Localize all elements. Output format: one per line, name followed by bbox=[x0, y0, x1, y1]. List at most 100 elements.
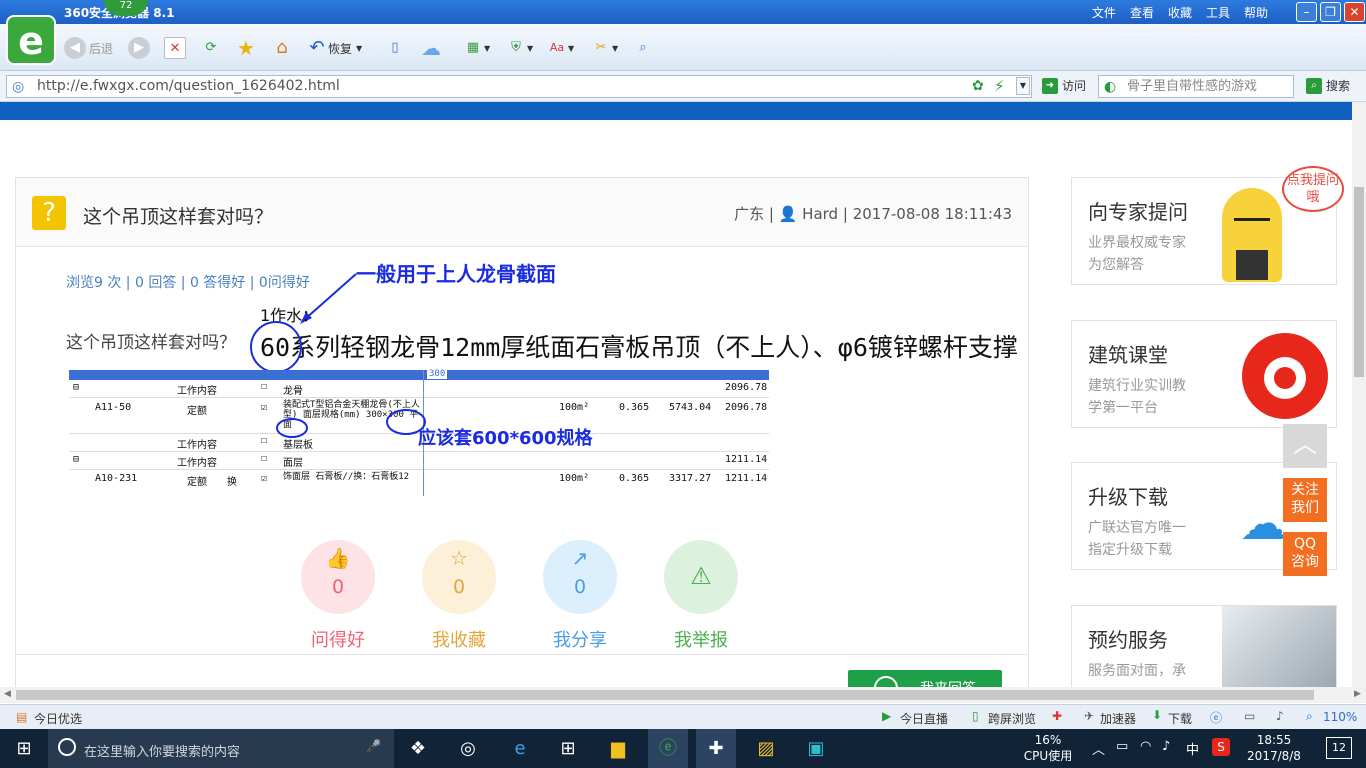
sidebar-ask-expert[interactable]: 向专家提问 业界最权威专家 为您解答 点我提问哦 bbox=[1071, 166, 1344, 285]
sidebar-appointment[interactable]: 预约服务 服务面对面，承 bbox=[1071, 605, 1337, 689]
download-link[interactable]: 下载 bbox=[1168, 710, 1192, 727]
volume-icon[interactable]: ♪ bbox=[1162, 739, 1170, 754]
forward-arrow-icon: ▶ bbox=[128, 37, 150, 59]
clock[interactable]: 18:55 2017/8/8 bbox=[1244, 732, 1304, 764]
mascot-icon bbox=[1222, 188, 1282, 282]
vertical-scrollbar[interactable] bbox=[1352, 102, 1366, 687]
menu-favorites[interactable]: 收藏 bbox=[1168, 4, 1192, 21]
stop-icon: ✕ bbox=[164, 37, 186, 59]
sogou-icon[interactable]: S bbox=[1212, 738, 1230, 756]
windows-start-icon[interactable]: ⊞ bbox=[4, 729, 44, 768]
table-row: ⊟ 工作内容 ☐ 龙骨 2096.78 bbox=[69, 380, 769, 398]
browser-logo-icon: e bbox=[6, 15, 56, 65]
shield-icon: ⛨ bbox=[511, 40, 521, 55]
file-explorer-icon[interactable]: ▆ bbox=[598, 729, 638, 768]
task-view-icon[interactable]: ❖ bbox=[398, 729, 438, 768]
follow-us-button[interactable]: 关注我们 bbox=[1283, 478, 1327, 522]
good-question-button[interactable]: 👍 0 问得好 bbox=[300, 540, 376, 652]
ime-indicator[interactable]: 中 bbox=[1186, 739, 1199, 758]
handshake-image bbox=[1222, 606, 1336, 688]
minimize-button[interactable]: – bbox=[1296, 2, 1317, 22]
site-header-bar bbox=[0, 102, 1352, 120]
stop-button[interactable]: ✕ bbox=[164, 36, 186, 60]
security-button[interactable]: ⛨ ▼ bbox=[505, 36, 533, 60]
microphone-icon[interactable]: 🎤 bbox=[366, 739, 381, 753]
edge-icon[interactable]: e bbox=[500, 729, 540, 768]
cross-screen-link[interactable]: 跨屏浏览 bbox=[988, 710, 1036, 727]
accelerator-link[interactable]: 加速器 bbox=[1100, 710, 1136, 727]
home-button[interactable]: ⌂ bbox=[271, 36, 293, 60]
cloud-upload-icon: ☁ bbox=[1240, 496, 1286, 550]
app-blue-icon[interactable]: ✚ bbox=[696, 729, 736, 768]
cloud-icon: ☁ bbox=[421, 36, 441, 60]
url-input[interactable]: http://e.fwxgx.com/question_1626402.html bbox=[6, 75, 1032, 98]
search-input[interactable]: 骨子里自带性感的游戏 bbox=[1098, 75, 1294, 98]
horizontal-scrollbar[interactable]: ◀ ▶ bbox=[0, 687, 1366, 703]
daily-picks[interactable]: 今日优选 bbox=[34, 710, 82, 727]
menu-file[interactable]: 文件 bbox=[1092, 4, 1116, 21]
url-dropdown-chevron-icon[interactable]: ▼ bbox=[1016, 77, 1030, 95]
expand-icon[interactable]: ⊟ bbox=[73, 382, 79, 393]
back-button[interactable]: ◀ 后退 bbox=[64, 36, 113, 60]
zoom-level[interactable]: 110% bbox=[1323, 710, 1357, 724]
maximize-button[interactable]: ❐ bbox=[1320, 2, 1341, 22]
wifi-icon[interactable]: ◠ bbox=[1140, 739, 1151, 754]
username[interactable]: Hard bbox=[802, 205, 838, 223]
report-question-button[interactable]: ⚠ 我举报 bbox=[663, 540, 739, 652]
search-button[interactable]: ⌕ 搜索 bbox=[1306, 77, 1350, 94]
qq-consult-button[interactable]: QQ咨询 bbox=[1283, 532, 1327, 576]
speaker-icon[interactable]: ♪ bbox=[1276, 709, 1284, 723]
cloud-button[interactable]: ☁ bbox=[416, 36, 446, 60]
ask-bubble[interactable]: 点我提问哦 bbox=[1282, 166, 1344, 212]
menu-view[interactable]: 查看 bbox=[1130, 4, 1154, 21]
plus-icon[interactable]: ✚ bbox=[1052, 709, 1062, 723]
notes-icon[interactable]: ▨ bbox=[746, 729, 786, 768]
favorite-question-button[interactable]: ☆ 0 我收藏 bbox=[421, 540, 497, 652]
taskbar-search[interactable]: 在这里输入你要搜索的内容 🎤 bbox=[48, 729, 394, 768]
question-title: 这个吊顶这样套对吗？ bbox=[83, 206, 274, 228]
star-icon: ★ bbox=[237, 36, 255, 60]
question-mark-icon: ? bbox=[32, 196, 66, 230]
sidebar-construction-class[interactable]: 建筑课堂 建筑行业实训教 学第一平台 bbox=[1071, 320, 1337, 428]
grid-icon: ▦ bbox=[466, 40, 480, 55]
phone-icon: ▯ bbox=[972, 709, 979, 723]
expand-icon[interactable]: ⊟ bbox=[73, 454, 79, 465]
restore-button[interactable]: ↶ 恢复 ▼ bbox=[306, 36, 362, 60]
annotation-circle bbox=[250, 321, 302, 373]
app-swirl-icon[interactable]: ◎ bbox=[448, 729, 488, 768]
browser-360-icon[interactable]: ⓔ bbox=[648, 729, 688, 768]
home-icon: ⌂ bbox=[276, 37, 288, 58]
back-to-top-button[interactable]: ︿ bbox=[1283, 424, 1327, 468]
close-button[interactable]: ✕ bbox=[1344, 2, 1365, 22]
translate-icon: Aa bbox=[549, 41, 565, 54]
app-teal-icon[interactable]: ▣ bbox=[796, 729, 836, 768]
battery-icon[interactable]: ▭ bbox=[1116, 739, 1128, 754]
menu-tools[interactable]: 工具 bbox=[1206, 4, 1230, 21]
menu-help[interactable]: 帮助 bbox=[1244, 4, 1268, 21]
phone-button[interactable]: ▯ bbox=[384, 36, 406, 60]
share-question-button[interactable]: ↗ 0 我分享 bbox=[542, 540, 618, 652]
arrow-right-icon: ➜ bbox=[1042, 77, 1058, 94]
chevron-down-icon: ▼ bbox=[356, 43, 363, 53]
screenshot-button[interactable]: ✂ ▼ bbox=[590, 36, 619, 60]
ie-icon[interactable]: ⓔ bbox=[1210, 709, 1222, 726]
translate-button[interactable]: Aa ▼ bbox=[546, 36, 574, 60]
globe-icon: ◎ bbox=[12, 79, 25, 95]
live-link[interactable]: 今日直播 bbox=[900, 710, 948, 727]
question-meta: 广东 | 👤 Hard | 2017-08-08 18:11:43 bbox=[734, 205, 1012, 223]
menu-bar: 文件 查看 收藏 工具 帮助 bbox=[1092, 4, 1268, 21]
forward-button[interactable]: ▶ bbox=[128, 36, 150, 60]
refresh-icon[interactable]: ✿ bbox=[972, 78, 984, 94]
favorite-button[interactable]: ★ bbox=[235, 36, 257, 60]
apps-button[interactable]: ▦ ▼ bbox=[462, 36, 490, 60]
notification-icon[interactable]: 12 bbox=[1326, 737, 1352, 759]
store-icon[interactable]: ⊞ bbox=[548, 729, 588, 768]
chevron-up-icon[interactable]: ︿ bbox=[1092, 739, 1105, 758]
lightning-icon[interactable]: ⚡ bbox=[994, 77, 1005, 95]
cpu-meter[interactable]: 16% CPU使用 bbox=[1020, 732, 1076, 764]
window-icon[interactable]: ▭ bbox=[1244, 709, 1255, 723]
zoom-button[interactable]: ⌕ bbox=[632, 36, 654, 60]
question-card: ? 这个吊顶这样套对吗？ 广东 | 👤 Hard | 2017-08-08 18… bbox=[15, 177, 1029, 700]
visit-button[interactable]: ➜ 访问 bbox=[1042, 77, 1086, 94]
refresh-button[interactable]: ⟳ bbox=[200, 36, 222, 60]
